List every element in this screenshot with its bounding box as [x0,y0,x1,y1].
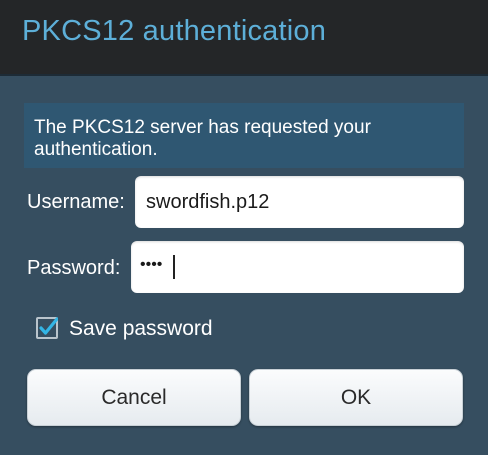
message-box: The PKCS12 server has requested your aut… [24,103,464,168]
ok-button[interactable]: OK [249,369,463,426]
password-masked-value: •••• [140,256,163,273]
username-value: swordfish.p12 [146,191,270,213]
checkmark-icon [36,317,58,339]
password-field[interactable]: •••• [131,241,464,293]
auth-message: The PKCS12 server has requested your aut… [34,117,371,160]
save-password-row[interactable]: Save password [34,312,254,346]
dialog-title-bar: PKCS12 authentication [0,0,488,74]
text-cursor [173,255,175,279]
username-field[interactable]: swordfish.p12 [135,176,464,228]
password-label: Password: [27,257,121,279]
cancel-button[interactable]: Cancel [27,369,241,426]
dialog-title: PKCS12 authentication [22,15,327,47]
save-password-label: Save password [69,317,213,340]
title-divider [0,74,488,76]
pkcs12-auth-dialog: PKCS12 authentication The PKCS12 server … [0,0,488,455]
save-password-checkbox[interactable] [36,317,58,339]
username-label: Username: [27,191,125,213]
